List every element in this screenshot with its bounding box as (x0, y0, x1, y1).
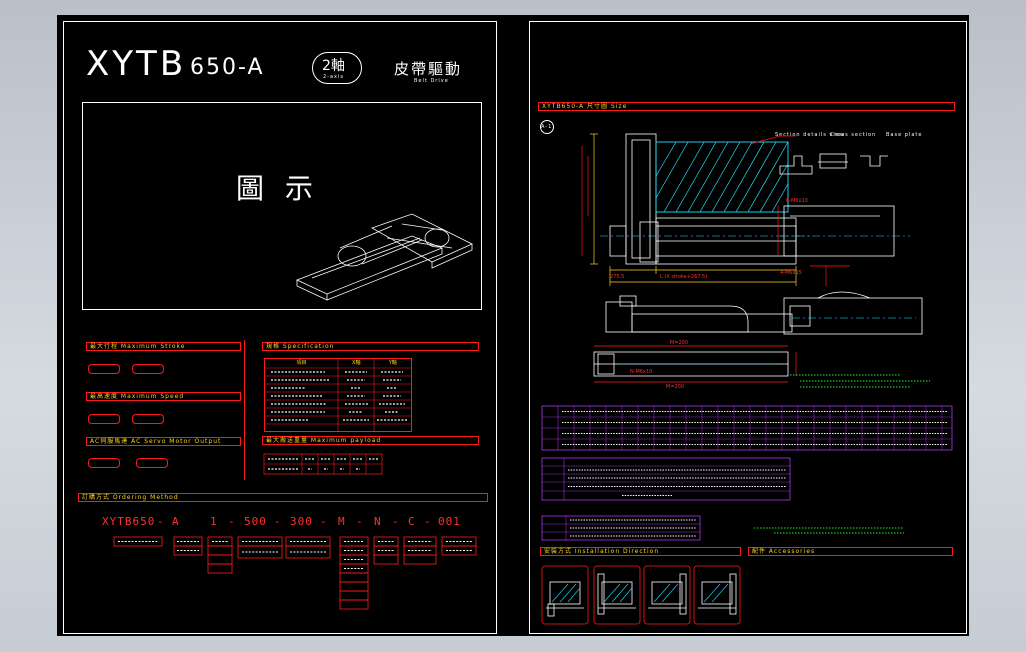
code-y-stroke: 300 (290, 515, 313, 528)
drive-title-en: Belt Drive (414, 78, 449, 84)
code-brake: N (374, 515, 382, 528)
mechanical-drawing: L (X stroke+267.5) M=200 M=200 N-M6x10 2… (581, 133, 923, 390)
model-title: XYTB (86, 44, 187, 84)
dim-n-holes: N-M6x10 (630, 369, 652, 375)
installation-diagrams (541, 565, 741, 625)
size-title-bar: XYTB650-A 尺寸圖 Size (538, 102, 955, 111)
code-sep-7: - (424, 515, 432, 528)
code-x-stroke: 500 (244, 515, 267, 528)
accessories-bar: 配件 Accessories (748, 547, 953, 556)
model-suffix: 650-A (190, 55, 265, 80)
code-sep-2: - (228, 515, 236, 528)
code-cable: C (408, 515, 416, 528)
dim-275: 275.5 (610, 274, 624, 280)
speed-option-x (88, 414, 120, 424)
green-notes (790, 374, 930, 388)
dim-m-bottom: M=200 (666, 384, 684, 390)
payload-bar: 最大搬送重量 Maximum payload (262, 436, 479, 445)
dim-8-holes: 8-M6x10 (786, 198, 808, 204)
max-stroke-bar: 最大行程 Maximum Stroke (86, 342, 241, 351)
code-sep-6: - (392, 515, 400, 528)
cad-viewport[interactable]: XYTB 650-A 2軸 2-axis 皮帶驅動 Belt Drive 圖 示 (57, 15, 969, 636)
code-sep-1: - (157, 515, 165, 528)
motor-option-x (88, 458, 120, 468)
code-model: XYTB650 (102, 515, 156, 528)
code-motor: M (338, 515, 346, 528)
drive-title-cn: 皮帶驅動 (394, 60, 463, 78)
right-drawing-sheet: XYTB650-A 尺寸圖 Size A-1 Section details v… (529, 21, 967, 634)
vertical-divider (244, 340, 245, 480)
code-sep-3: - (274, 515, 282, 528)
ordering-bar: 訂購方式 Ordering Method (78, 493, 488, 502)
stroke-option-x (88, 364, 120, 374)
xy-table-isometric (295, 213, 473, 301)
code-sep-4: - (320, 515, 328, 528)
axis-badge-label: 2軸 (322, 58, 345, 74)
stroke-dimension-table (541, 405, 953, 451)
code-variant: A (172, 515, 180, 528)
axis-badge-sub: 2-axis (323, 74, 345, 80)
ordering-code-row: XYTB650 - A 1 - 500 - 300 - M - N - C - … (102, 515, 472, 529)
spec-bar: 規格 Specification (262, 342, 479, 351)
green-note-speed (754, 527, 904, 534)
motor-bar: AC伺服馬達 AC Servo Motor Output (86, 437, 241, 446)
dim-l-label: L (X stroke+267.5) (660, 274, 707, 280)
installation-bar: 安裝方式 Installation Direction (540, 547, 741, 556)
speed-table (541, 515, 701, 541)
weight-table (541, 457, 791, 501)
spec-table: 項目 X軸 Y軸 (264, 358, 412, 432)
spec-table-grid (265, 359, 411, 431)
code-option: 001 (438, 515, 461, 528)
speed-option-y (132, 414, 164, 424)
motor-option-y (136, 458, 168, 468)
illustration-label: 圖 示 (236, 172, 319, 205)
max-speed-bar: 最高速度 Maximum Speed (86, 392, 241, 401)
view-marker-label: A-1 (541, 124, 553, 130)
payload-table (263, 453, 383, 475)
code-sep-5: - (356, 515, 364, 528)
ordering-option-boxes (113, 536, 477, 610)
left-drawing-sheet: XYTB 650-A 2軸 2-axis 皮帶驅動 Belt Drive 圖 示 (63, 21, 497, 634)
dim-4-holes: 4-M6x15 (780, 270, 802, 276)
code-axis: 1 (210, 515, 218, 528)
dim-m-top: M=200 (670, 340, 688, 346)
stroke-option-y (132, 364, 164, 374)
